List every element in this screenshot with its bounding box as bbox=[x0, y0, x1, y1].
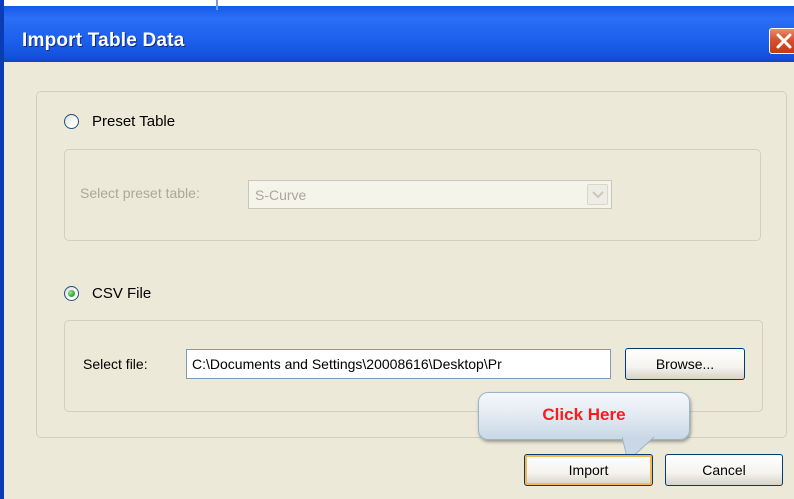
window-title: Import Table Data bbox=[22, 30, 185, 51]
select-file-label: Select file: bbox=[83, 356, 148, 372]
browse-button[interactable]: Browse... bbox=[625, 348, 745, 380]
file-path-input[interactable]: C:\Documents and Settings\20008616\Deskt… bbox=[186, 349, 611, 379]
click-here-callout: Click Here bbox=[478, 392, 690, 440]
close-icon bbox=[776, 33, 792, 49]
import-button[interactable]: Import bbox=[524, 454, 653, 486]
select-preset-table-label: Select preset table: bbox=[80, 185, 200, 201]
preset-table-radio[interactable] bbox=[64, 114, 79, 129]
import-table-data-dialog: Import Table Data Preset Table Select pr… bbox=[0, 0, 794, 499]
preset-table-label[interactable]: Preset Table bbox=[92, 113, 175, 130]
dropdown-arrow-button[interactable] bbox=[587, 184, 608, 205]
chevron-down-icon bbox=[592, 191, 604, 199]
preset-table-select-value: S-Curve bbox=[255, 187, 307, 203]
radio-selected-dot bbox=[68, 290, 75, 297]
cancel-button[interactable]: Cancel bbox=[665, 454, 783, 486]
csv-file-label[interactable]: CSV File bbox=[92, 285, 151, 302]
title-bar[interactable]: Import Table Data bbox=[4, 0, 794, 62]
csv-file-radio[interactable] bbox=[64, 286, 79, 301]
preset-table-select[interactable]: S-Curve bbox=[248, 180, 612, 209]
window-top-edge bbox=[4, 0, 794, 10]
callout-text: Click Here bbox=[542, 405, 626, 424]
close-button[interactable] bbox=[769, 28, 794, 54]
